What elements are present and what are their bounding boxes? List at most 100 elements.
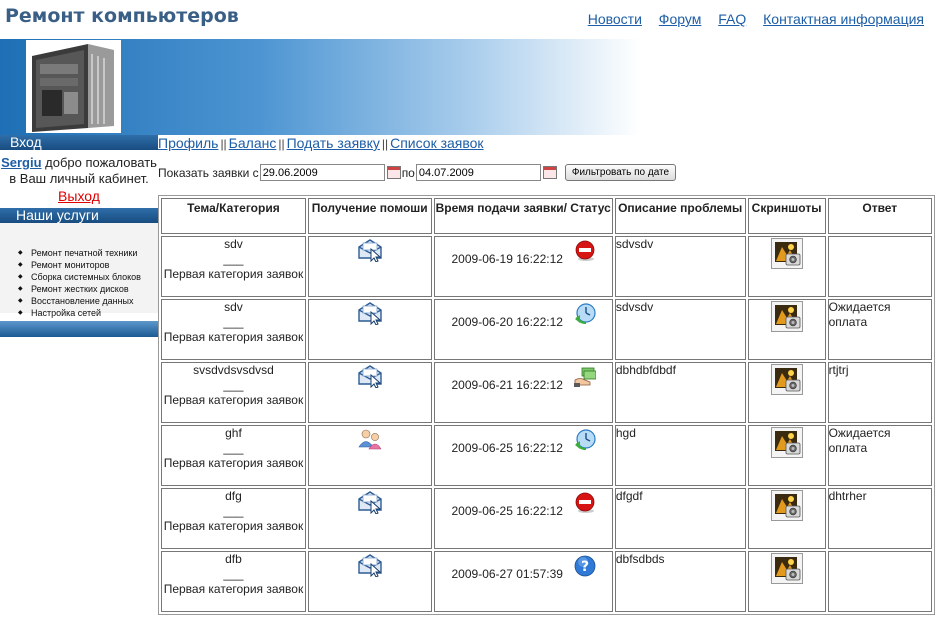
- date-filter: Показать заявки с по Фильтровать по дате: [158, 164, 677, 181]
- subnav-separator: ||: [220, 137, 227, 151]
- clock-icon: [574, 303, 596, 325]
- time-status-cell: 2009-06-20 16:22:12: [433, 299, 613, 360]
- subnav-request-list-link[interactable]: Список заявок: [390, 135, 483, 151]
- request-topic: svsdvdsvsdvsd: [193, 363, 274, 377]
- get-help-cell: [307, 425, 432, 486]
- username-link[interactable]: Sergiu: [1, 155, 41, 170]
- subnav-balance-link[interactable]: Баланс: [229, 135, 277, 151]
- screenshot-icon[interactable]: [770, 553, 803, 584]
- users-icon[interactable]: [357, 427, 383, 451]
- time-status-cell: 2009-06-19 16:22:12: [433, 236, 613, 297]
- column-header-topic: Тема/Категория: [161, 198, 306, 234]
- request-topic: dfb: [225, 552, 242, 566]
- login-box: Sergiu добро пожаловать в Ваш личный каб…: [0, 150, 158, 207]
- request-category: Первая категория заявок: [163, 582, 304, 596]
- screenshot-icon[interactable]: [770, 427, 803, 458]
- table-row: sdv ___ Первая категория заявок 2009-06-19 …: [161, 236, 932, 297]
- logout-link[interactable]: Выход: [0, 188, 158, 204]
- top-nav: Новости Форум FAQ Контактная информация: [575, 11, 924, 27]
- service-item[interactable]: Настройка сетей: [18, 307, 158, 319]
- request-time: 2009-06-25 16:22:12: [451, 504, 563, 518]
- date-to-input[interactable]: [415, 164, 541, 181]
- computer-case-image: [26, 40, 121, 133]
- service-item[interactable]: Ремонт мониторов: [18, 259, 158, 271]
- nav-faq-link[interactable]: FAQ: [718, 11, 746, 27]
- calendar-icon[interactable]: [542, 166, 557, 179]
- topic-cell: ghf ___ Первая категория заявок: [161, 425, 306, 486]
- screenshots-cell: [747, 425, 826, 486]
- calendar-icon[interactable]: [386, 166, 401, 179]
- request-time: 2009-06-20 16:22:12: [451, 315, 563, 329]
- description-cell: dbhdbfdbdf: [614, 362, 746, 423]
- topic-cell: sdv ___ Первая категория заявок: [161, 236, 306, 297]
- request-time: 2009-06-21 16:22:12: [451, 378, 563, 392]
- screenshots-cell: [747, 299, 826, 360]
- topic-cell: dfg ___ Первая категория заявок: [161, 488, 306, 549]
- description-cell: sdvsdv: [614, 236, 746, 297]
- time-status-cell: 2009-06-27 01:57:39?: [433, 551, 613, 612]
- filter-by-date-button[interactable]: Фильтровать по дате: [564, 164, 677, 181]
- request-time: 2009-06-25 16:22:12: [451, 441, 563, 455]
- account-subnav: Профиль || Баланс || Подать заявку || Список з…: [158, 135, 484, 151]
- service-item[interactable]: Восстановление данных: [18, 295, 158, 307]
- envelope-icon[interactable]: [357, 364, 383, 389]
- envelope-icon[interactable]: [357, 238, 383, 263]
- get-help-cell: [307, 551, 432, 612]
- subnav-submit-request-link[interactable]: Подать заявку: [287, 135, 380, 151]
- request-topic: ghf: [225, 426, 242, 440]
- subnav-profile-link[interactable]: Профиль: [158, 135, 218, 151]
- envelope-icon[interactable]: [357, 490, 383, 515]
- topic-divider: ___: [223, 567, 244, 581]
- services-header: Наши услуги: [0, 208, 158, 223]
- envelope-icon[interactable]: [357, 553, 383, 578]
- subnav-separator: ||: [278, 137, 285, 151]
- table-header-row: Тема/Категория Получение помоши Время по…: [161, 198, 932, 234]
- subnav-separator: ||: [381, 137, 389, 151]
- service-item[interactable]: Ремонт печатной техники: [18, 247, 158, 259]
- screenshots-cell: [747, 488, 826, 549]
- time-status-cell: 2009-06-25 16:22:12: [433, 425, 613, 486]
- get-help-cell: [307, 488, 432, 549]
- service-item[interactable]: Сборка системных блоков: [18, 271, 158, 283]
- header-banner: [0, 39, 935, 135]
- filter-to-label: по: [401, 165, 415, 180]
- date-from-input[interactable]: [259, 164, 385, 181]
- services-list: Ремонт печатной техники Ремонт мониторов…: [0, 223, 158, 319]
- nav-forum-link[interactable]: Форум: [659, 11, 702, 27]
- description-cell: hgd: [614, 425, 746, 486]
- screenshot-icon[interactable]: [770, 364, 803, 395]
- topic-cell: dfb ___ Первая категория заявок: [161, 551, 306, 612]
- screenshot-icon[interactable]: [770, 490, 803, 521]
- table-row: svsdvdsvsdvsd ___ Первая категория заявок 2…: [161, 362, 932, 423]
- service-item[interactable]: Ремонт жестких дисков: [18, 283, 158, 295]
- sidebar: Вход Sergiu добро пожаловать в Ваш личны…: [0, 135, 158, 621]
- request-category: Первая категория заявок: [163, 393, 304, 407]
- screenshots-cell: [747, 236, 826, 297]
- description-cell: dbfsdbds: [614, 551, 746, 612]
- request-category: Первая категория заявок: [163, 267, 304, 281]
- stop-icon: [574, 240, 596, 262]
- nav-contacts-link[interactable]: Контактная информация: [763, 11, 924, 27]
- answer-cell: Ожидается оплата: [827, 425, 932, 486]
- nav-news-link[interactable]: Новости: [588, 11, 642, 27]
- topic-cell: svsdvdsvsdvsd ___ Первая категория заявок: [161, 362, 306, 423]
- topic-cell: sdv ___ Первая категория заявок: [161, 299, 306, 360]
- request-category: Первая категория заявок: [163, 519, 304, 533]
- description-cell: dfgdf: [614, 488, 746, 549]
- screenshot-icon[interactable]: [770, 238, 803, 269]
- answer-cell: [827, 551, 932, 612]
- request-time: 2009-06-19 16:22:12: [451, 252, 563, 266]
- envelope-icon[interactable]: [357, 301, 383, 326]
- filter-from-label: Показать заявки с: [158, 165, 259, 180]
- get-help-cell: [307, 236, 432, 297]
- description-cell: sdvsdv: [614, 299, 746, 360]
- answer-cell: [827, 236, 932, 297]
- table-row: sdv ___ Первая категория заявок 2009-06-20 …: [161, 299, 932, 360]
- login-header: Вход: [0, 135, 158, 150]
- request-category: Первая категория заявок: [163, 330, 304, 344]
- table-row: dfg ___ Первая категория заявок 2009-06-25 …: [161, 488, 932, 549]
- request-topic: sdv: [224, 237, 243, 251]
- column-header-time-status: Время подачи заявки/ Статус: [433, 198, 613, 234]
- answer-cell: dhtrher: [827, 488, 932, 549]
- screenshot-icon[interactable]: [770, 301, 803, 332]
